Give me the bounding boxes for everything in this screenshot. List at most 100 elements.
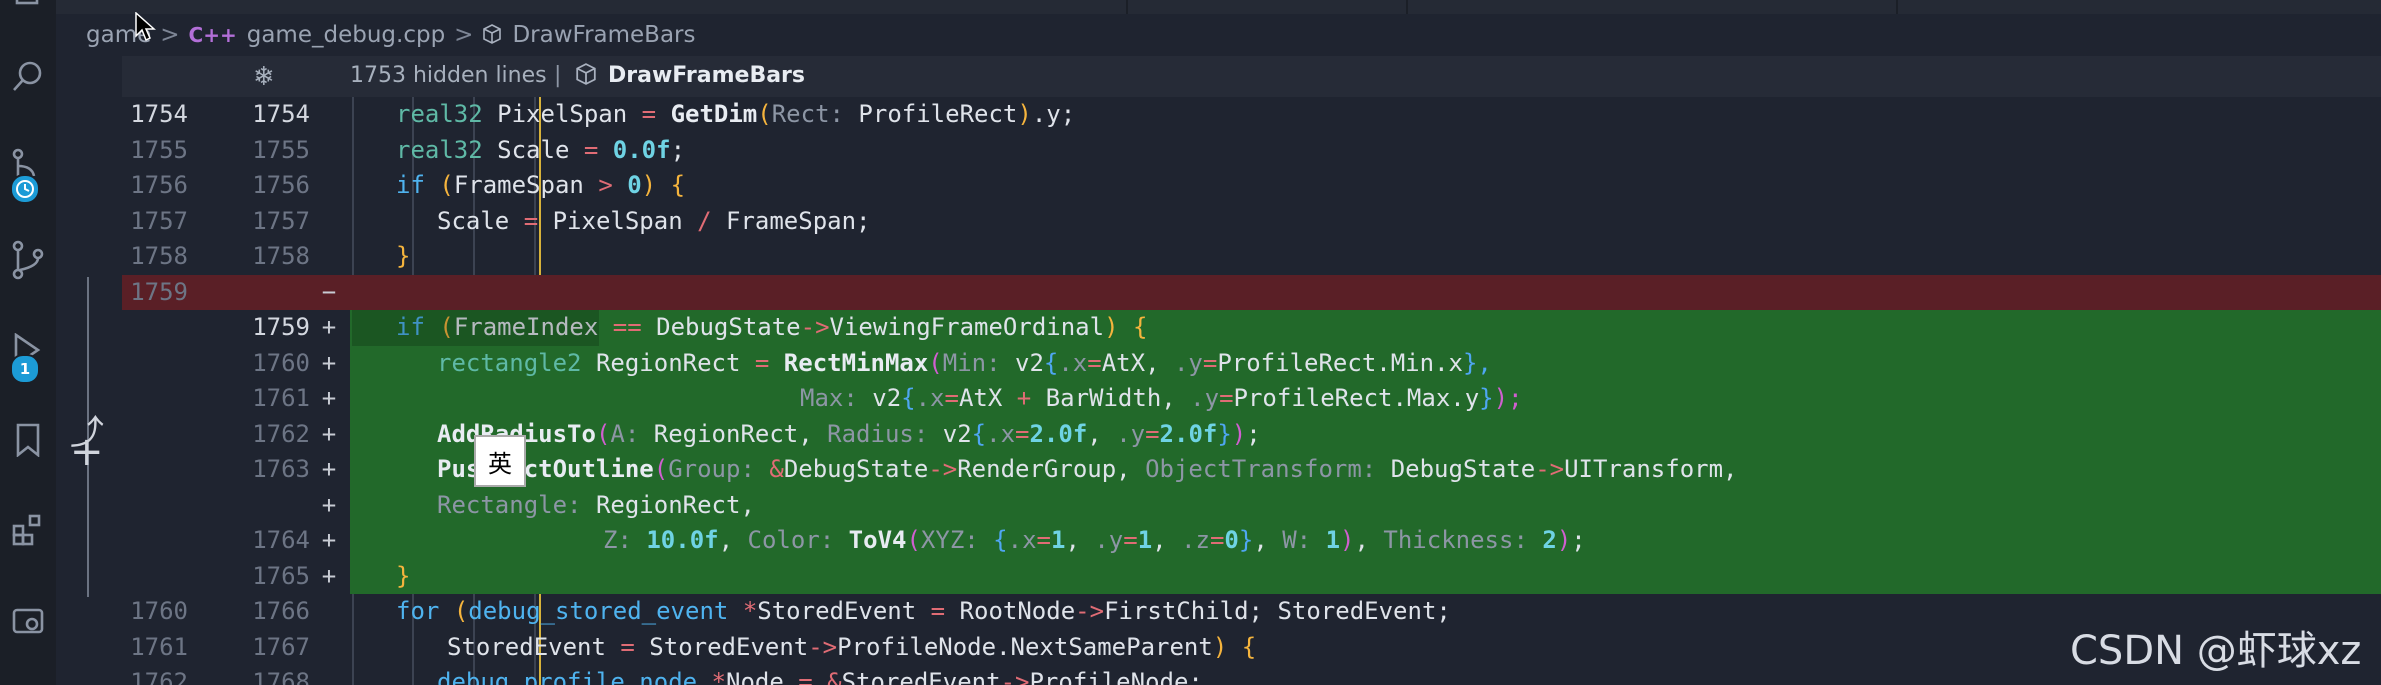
code-line[interactable]: 1762 + AddRadiusTo(A: RegionRect, Radius: … bbox=[122, 416, 2381, 452]
new-line-number: 1759 bbox=[252, 313, 310, 341]
activity-bar: 1 bbox=[0, 0, 56, 685]
code-line[interactable]: 1756 1756 if (FrameSpan > 0) { bbox=[122, 168, 2381, 204]
code-token: debug_profile_node bbox=[437, 668, 698, 685]
code-token: ; bbox=[1246, 419, 1261, 448]
diff-added-marker: + bbox=[321, 384, 337, 412]
code-line[interactable]: 1762 1768 debug_profile_node *Node = &Stor… bbox=[122, 665, 2381, 685]
code-token: * bbox=[711, 668, 726, 685]
code-token: 1 bbox=[1137, 526, 1153, 554]
line-number-gutter: 1762 + bbox=[122, 416, 350, 452]
code-editor[interactable]: 1754 1754 real32 PixelSpan = GetDim(Rect: … bbox=[122, 97, 2381, 685]
code-token: RootNode bbox=[945, 597, 1076, 625]
code-line[interactable]: 1765 +} bbox=[122, 558, 2381, 594]
code-token: 2 bbox=[1542, 526, 1557, 554]
code-line[interactable]: 1760 + rectangle2 RegionRect = RectMinMax(… bbox=[122, 345, 2381, 381]
code-token: ) bbox=[1104, 313, 1119, 341]
sticky-symbol[interactable]: DrawFrameBars bbox=[608, 63, 805, 88]
code-line[interactable]: 1757 1757 Scale = PixelSpan / FrameSpan; bbox=[122, 204, 2381, 240]
sticky-scroll-header[interactable]: ❄ 1753 hidden lines | DrawFrameBars bbox=[122, 56, 2381, 97]
explorer-icon[interactable] bbox=[0, 0, 56, 28]
code-token: .x bbox=[986, 419, 1016, 448]
code-line[interactable]: 1754 1754 real32 PixelSpan = GetDim(Rect: … bbox=[122, 97, 2381, 133]
code-token: AtX, bbox=[1101, 348, 1174, 377]
code-text: StoredEvent = StoredEvent->ProfileNode.N… bbox=[447, 630, 1256, 666]
code-token: = bbox=[930, 597, 946, 625]
new-line-number: 1757 bbox=[252, 206, 310, 235]
code-token: 0 bbox=[627, 171, 642, 199]
tab-strip bbox=[56, 0, 2381, 14]
remote-explorer-icon[interactable] bbox=[0, 594, 56, 650]
source-control-icon[interactable] bbox=[0, 232, 56, 288]
extensions-icon[interactable] bbox=[0, 502, 56, 558]
method-cube-icon bbox=[575, 63, 597, 88]
code-token: 10.0f bbox=[646, 526, 719, 554]
diff-added-marker: + bbox=[321, 455, 337, 483]
code-line[interactable]: 1755 1755 real32 Scale = 0.0f; bbox=[122, 133, 2381, 169]
mouse-pointer-icon bbox=[135, 12, 156, 42]
code-token: , bbox=[1253, 526, 1283, 554]
code-line[interactable]: + Rectangle: RegionRect, bbox=[122, 487, 2381, 523]
code-token: ) bbox=[641, 171, 657, 199]
code-token: = bbox=[754, 348, 770, 377]
line-number-gutter: 1760 1766 bbox=[122, 594, 350, 630]
code-token: BarWidth, bbox=[1031, 384, 1191, 412]
code-token: Rectangle: bbox=[437, 490, 582, 519]
old-line-number: 1758 bbox=[130, 242, 188, 270]
new-line-number: 1758 bbox=[252, 242, 310, 270]
code-token: }, bbox=[1462, 348, 1492, 377]
code-token: Rect: bbox=[771, 100, 844, 128]
new-line-number: 1764 bbox=[252, 526, 310, 554]
code-token: -> bbox=[808, 632, 838, 661]
code-token: & bbox=[769, 455, 784, 483]
code-token: debug_stored_event bbox=[468, 597, 729, 625]
code-text: debug_profile_node *Node = &StoredEvent-… bbox=[437, 665, 1203, 685]
code-token: = bbox=[1209, 526, 1225, 554]
code-token: .y; bbox=[1031, 100, 1076, 128]
old-line-number: 1760 bbox=[130, 597, 188, 625]
unfold-icon[interactable]: ❄ bbox=[253, 62, 275, 92]
code-text: Z: 10.0f, Color: ToV4(XYZ: {.x=1, .y=1, … bbox=[603, 523, 1586, 559]
new-line-number: 1754 bbox=[252, 100, 310, 128]
breadcrumb: game > C++ game_debug.cpp > DrawFrameBar… bbox=[56, 14, 2381, 56]
line-number-gutter: 1762 1768 bbox=[122, 665, 350, 685]
code-token: & bbox=[827, 668, 842, 685]
line-number-gutter: 1761 1767 bbox=[122, 630, 350, 666]
stage-change-icon[interactable]: + bbox=[70, 429, 104, 475]
code-line[interactable]: 1761 1767 StoredEvent = StoredEvent->Profi… bbox=[122, 630, 2381, 666]
code-token: * bbox=[742, 597, 758, 625]
search-icon[interactable] bbox=[0, 48, 56, 104]
breadcrumb-symbol[interactable]: DrawFrameBars bbox=[512, 22, 695, 48]
code-token: StoredEvent bbox=[841, 668, 1001, 685]
code-token: DebugState bbox=[641, 313, 801, 341]
code-token: = bbox=[1202, 348, 1218, 377]
code-token: -> bbox=[1535, 455, 1565, 483]
diff-removed-marker: − bbox=[321, 277, 337, 306]
code-token: } bbox=[396, 561, 411, 590]
code-line[interactable]: 1759 − bbox=[122, 274, 2381, 310]
code-token: { bbox=[971, 419, 987, 448]
code-token: , bbox=[1354, 526, 1384, 554]
code-line[interactable]: 1761 + Max: v2{.x=AtX + BarWidth, .y=Profi… bbox=[122, 381, 2381, 417]
code-line[interactable]: 1758 1758} bbox=[122, 239, 2381, 275]
code-token: real32 bbox=[396, 100, 483, 128]
breadcrumb-file[interactable]: game_debug.cpp bbox=[247, 22, 445, 48]
code-token: ( bbox=[453, 597, 469, 625]
code-line[interactable]: 1760 1766 for (debug_stored_event *StoredE… bbox=[122, 594, 2381, 630]
code-token: rectangle2 bbox=[437, 348, 582, 377]
code-token: , bbox=[718, 526, 748, 554]
new-line-number: 1762 bbox=[252, 419, 310, 448]
code-token: ProfileNode; bbox=[1029, 668, 1203, 685]
code-token: 0.0f bbox=[612, 135, 671, 164]
hidden-lines-label[interactable]: 1753 hidden lines bbox=[350, 63, 547, 88]
code-token: RenderGroup, bbox=[957, 455, 1146, 483]
code-token: = bbox=[944, 384, 959, 412]
bookmark-icon[interactable] bbox=[0, 412, 56, 468]
code-token: ) bbox=[1212, 632, 1228, 661]
code-line[interactable]: 1763 + PushRectOutline(Group: &DebugState-… bbox=[122, 452, 2381, 488]
code-line[interactable]: 1764 + Z: 10.0f, Color: ToV4(XYZ: {.x=1, .… bbox=[122, 523, 2381, 559]
old-line-number: 1754 bbox=[130, 100, 188, 128]
diff-added-marker: + bbox=[321, 419, 337, 448]
code-token: ; bbox=[670, 135, 686, 164]
